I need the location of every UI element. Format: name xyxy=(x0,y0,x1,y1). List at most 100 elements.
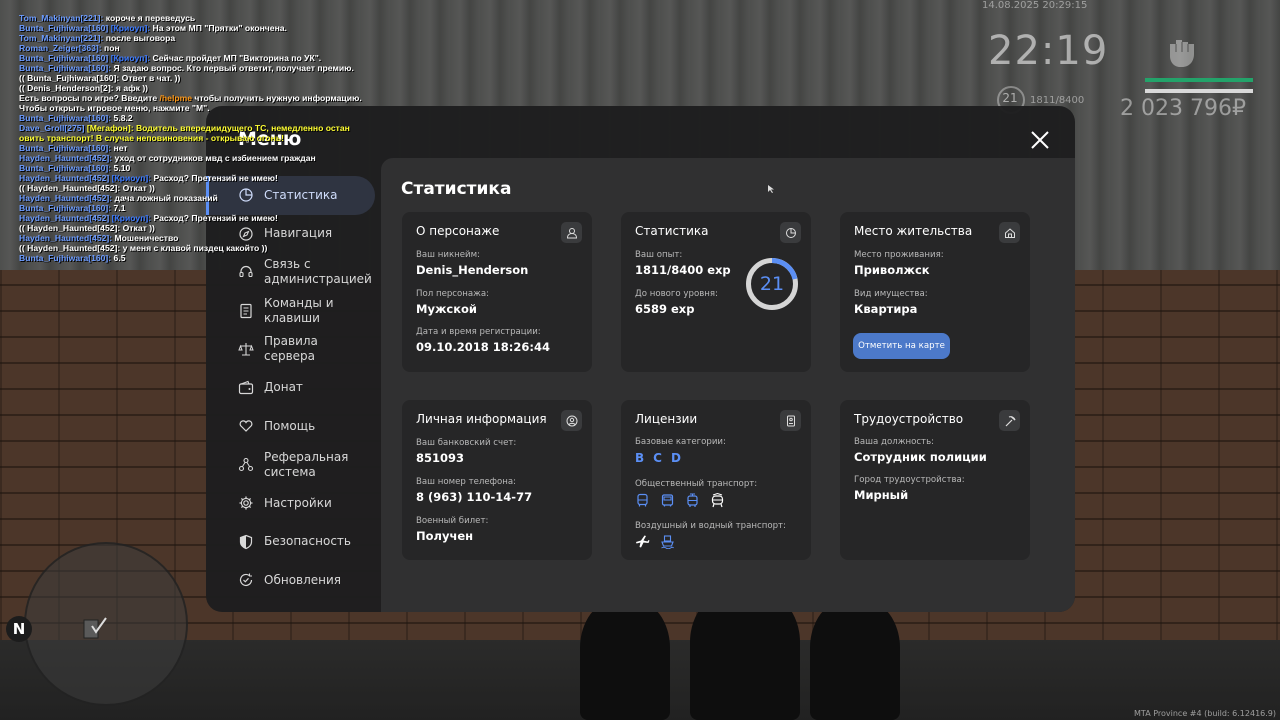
chat-text: (( Bunta_Fujhiwara[160]: Ответ в чат. )) xyxy=(19,73,181,83)
chat-message: Есть вопросы по игре? Введите /helpme чт… xyxy=(19,93,362,103)
hud-exp: 1811/8400 xyxy=(1030,95,1085,106)
chat-message: Чтобы открыть игровое меню, нажмите "М". xyxy=(19,103,349,113)
sidebar-item-label: Настройки xyxy=(264,495,332,510)
license-category: C xyxy=(653,451,662,465)
chat-text: Чтобы открыть игровое меню, нажмите "М". xyxy=(19,103,210,113)
chat-text: 5.8.2 xyxy=(111,113,133,123)
chat-log: Tom_Makinyan[221]: короче я переведусь Bu… xyxy=(19,13,362,263)
chat-text: 6.5 xyxy=(111,253,126,263)
sidebar-item-label: Безопасность xyxy=(264,534,351,549)
card-title: Место жительства xyxy=(854,224,973,238)
headset-icon xyxy=(239,266,253,278)
next-level-label: До нового уровня: xyxy=(635,289,718,299)
chat-text: (( Hayden_Haunted[452]: Откат )) xyxy=(19,223,155,233)
chat-message: (( Hayden_Haunted[452]: Откат )) xyxy=(19,183,349,193)
chat-message: (( Hayden_Haunted[452]: Откат )) xyxy=(19,223,349,233)
chat-message: (( Denis_Henderson[2]: я афк )) xyxy=(19,83,349,93)
chat-text: уход от сотрудников мвд с избиением граж… xyxy=(112,153,316,163)
scales-icon xyxy=(238,343,254,356)
chat-name: Tom_Makinyan[221]: xyxy=(19,13,104,23)
bus-icon xyxy=(661,494,674,507)
chat-text: 5.10 xyxy=(111,163,131,173)
card-title: О персонаже xyxy=(416,224,500,238)
sidebar-item-label: Донат xyxy=(264,380,303,395)
chat-text: Мошеничество xyxy=(112,233,179,243)
user-icon xyxy=(561,222,582,243)
chat-text: Расход? Претензий не имею! xyxy=(151,213,278,223)
employment-city-label: Город трудоустройства: xyxy=(854,475,965,485)
mark-on-map-button[interactable]: Отметить на карте xyxy=(853,333,950,359)
chat-message: (( Bunta_Fujhiwara[160]: Ответ в чат. )) xyxy=(19,73,349,83)
nickname-label: Ваш никнейм: xyxy=(416,250,481,260)
chat-name: Hayden_Haunted[452] xyxy=(19,213,110,223)
sidebar-item-help[interactable]: Помощь xyxy=(206,407,376,446)
sidebar-item-label: Обновления xyxy=(264,572,342,587)
card-residence: Место жительства Место проживания: Приво… xyxy=(840,212,1030,372)
registration-value: 09.10.2018 18:26:44 xyxy=(416,340,550,354)
chat-accent: [Криоуп]: xyxy=(108,23,151,33)
military-id-value: Получен xyxy=(416,529,474,543)
license-categories: BCD xyxy=(635,451,681,465)
base-categories-label: Базовые категории: xyxy=(635,437,726,447)
fist-icon xyxy=(1170,40,1194,67)
chat-message: Hayden_Haunted[452]: Мошеничество xyxy=(19,233,349,243)
close-icon[interactable] xyxy=(1026,126,1054,154)
chat-message: Roman_Zeiger[363]: пон xyxy=(19,43,349,53)
chat-name: Dave_Groll[275] xyxy=(19,123,85,133)
bank-account-label: Ваш банковский счет: xyxy=(416,438,517,448)
chat-text: пон xyxy=(101,43,120,53)
sidebar-item-security[interactable]: Безопасность xyxy=(206,523,376,562)
chat-name: Bunta_Fujhiwara[160] xyxy=(19,23,109,33)
chat-accent: [Криоуп]: xyxy=(108,53,151,63)
shield-icon xyxy=(239,534,253,549)
phone-label: Ваш номер телефона: xyxy=(416,477,517,487)
sidebar-item-settings[interactable]: Настройки xyxy=(206,484,376,523)
sidebar-item-updates[interactable]: Обновления xyxy=(206,561,376,600)
id-card-icon xyxy=(780,410,801,431)
gender-label: Пол персонажа: xyxy=(416,289,490,299)
chat-message: Hayden_Haunted[452] [Криоуп]: Расход? Пр… xyxy=(19,213,349,223)
user-circle-icon xyxy=(561,410,582,431)
chat-name: Bunta_Fujhiwara[160]: xyxy=(19,143,112,153)
chat-text: (( Denis_Henderson[2]: я афк )) xyxy=(19,83,149,93)
chat-name: Tom_Makinyan[221]: xyxy=(19,33,104,43)
chat-yellow: овить транспорт! В случае неповиновения … xyxy=(19,133,284,143)
chat-message: Bunta_Fujhiwara[160] [Криоуп]: Сейчас пр… xyxy=(19,53,349,63)
chat-yellow: [Мегафон]: Водитель впередиидущего ТС, н… xyxy=(84,123,350,133)
pie-chart-icon xyxy=(780,222,801,243)
chat-message: Hayden_Haunted[452]: дача ложный показан… xyxy=(19,193,349,203)
card-stats: Статистика Ваш опыт: 1811/8400 exp До но… xyxy=(621,212,811,372)
chat-message: овить транспорт! В случае неповиновения … xyxy=(19,133,349,143)
chat-text: (( Hayden_Haunted[452]: у меня с клавой … xyxy=(19,243,268,253)
public-transport-label: Общественный транспорт: xyxy=(635,479,758,489)
chat-name: Bunta_Fujhiwara[160]: xyxy=(19,253,112,263)
hud-clock: 22:19 xyxy=(988,28,1109,74)
chat-message: Bunta_Fujhiwara[160]: нет xyxy=(19,143,349,153)
phone-value: 8 (963) 110-14-77 xyxy=(416,490,533,504)
card-title: Личная информация xyxy=(416,412,547,426)
wallet-icon xyxy=(238,380,254,394)
tram-icon xyxy=(687,493,698,507)
people-icon xyxy=(238,457,254,471)
registration-label: Дата и время регистрации: xyxy=(416,327,541,337)
bank-account-value: 851093 xyxy=(416,451,465,465)
chat-message: Bunta_Fujhiwara[160]: 5.8.2 xyxy=(19,113,349,123)
sidebar-item-commands-keys[interactable]: Команды и клавиши xyxy=(206,292,376,331)
sidebar-item-server-rules[interactable]: Правила сервера xyxy=(206,330,376,369)
content-panel: Статистика О персонаже Ваш никнейм: Deni… xyxy=(381,158,1075,612)
chat-message: Bunta_Fujhiwara[160]: Я задаю вопрос. Кт… xyxy=(19,63,354,73)
sidebar-item-donate[interactable]: Донат xyxy=(206,369,376,408)
residence-label: Место проживания: xyxy=(854,250,944,260)
chat-text: (( Hayden_Haunted[452]: Откат )) xyxy=(19,183,155,193)
card-title: Статистика xyxy=(635,224,709,238)
sidebar-item-label: Реферальная система xyxy=(264,449,349,479)
refresh-check-icon xyxy=(239,573,253,587)
card-title: Лицензии xyxy=(635,412,698,426)
chat-text: На этом МП "Прятки" окончена. xyxy=(150,23,287,33)
health-bar xyxy=(1145,78,1253,82)
page-title: Статистика xyxy=(401,179,512,199)
sidebar-item-label: Помощь xyxy=(264,418,316,433)
chat-name: Bunta_Fujhiwara[160]: xyxy=(19,113,112,123)
chat-text: 7.1 xyxy=(111,203,126,213)
sidebar-item-referral[interactable]: Реферальная система xyxy=(206,446,376,485)
